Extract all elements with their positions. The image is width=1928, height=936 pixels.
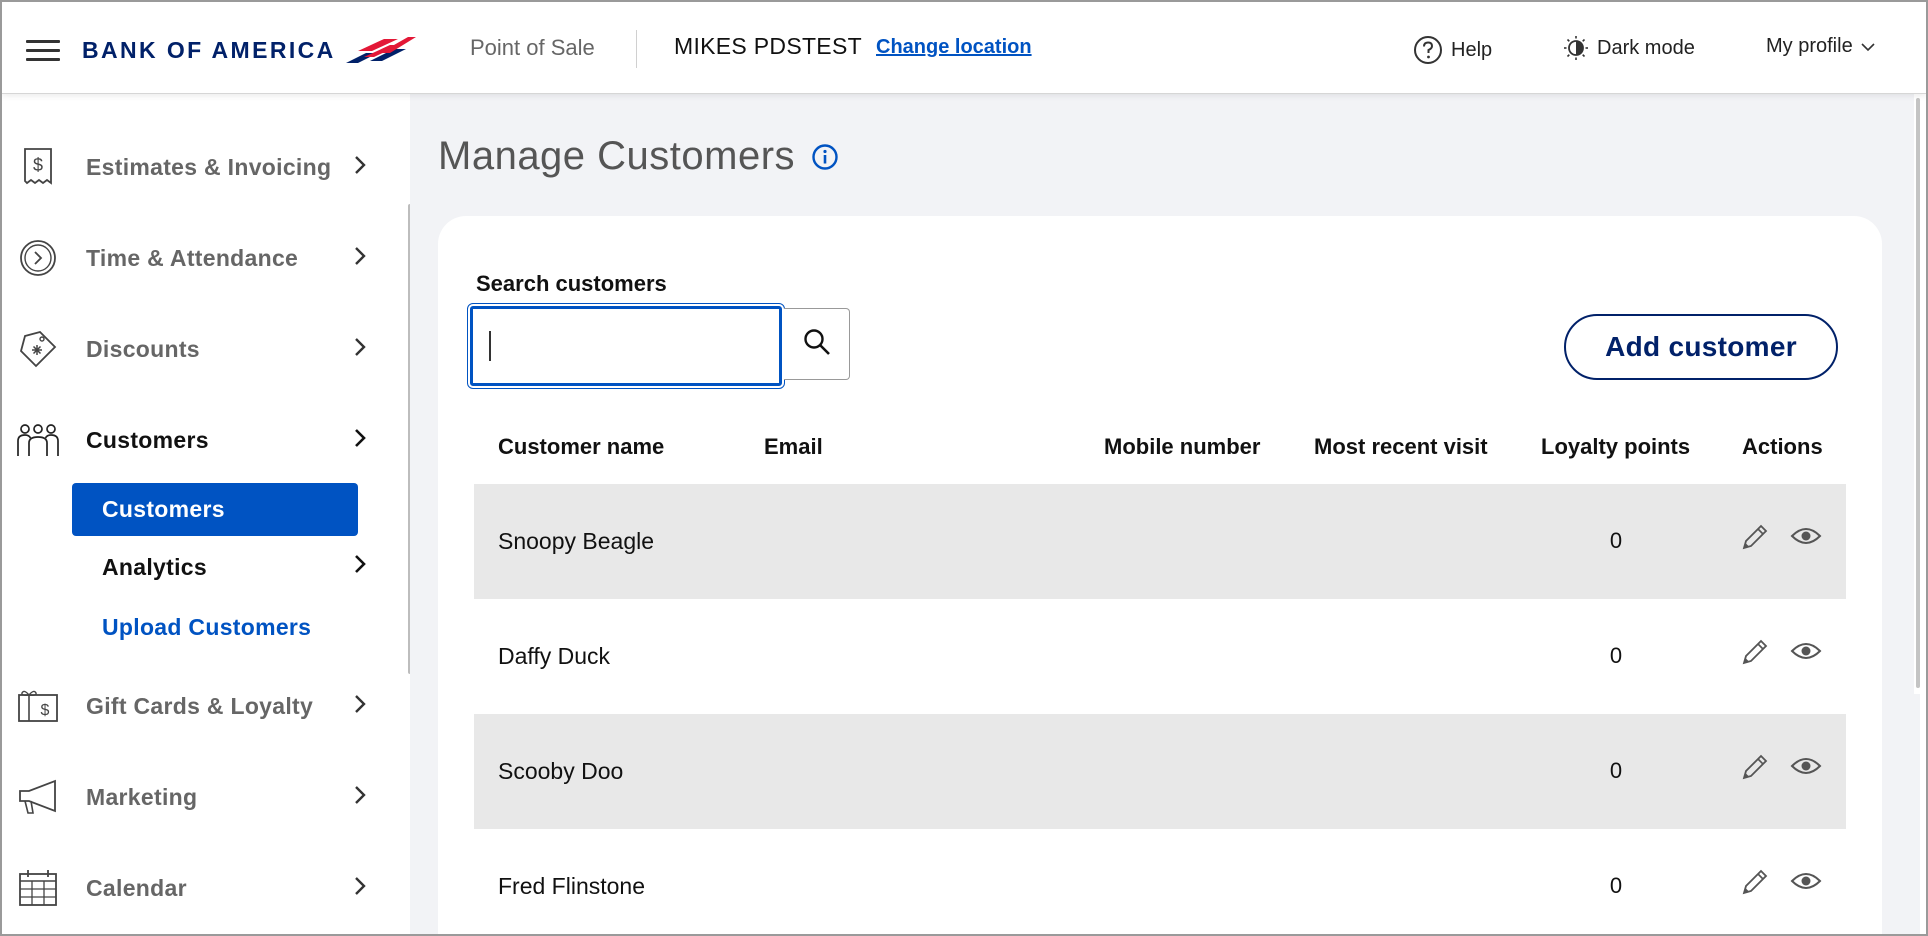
column-header-mobile-number[interactable]: Mobile number xyxy=(1104,434,1260,460)
discount-tag-icon xyxy=(16,327,60,371)
column-header-actions: Actions xyxy=(1742,434,1823,459)
search-input[interactable] xyxy=(473,309,779,383)
sidebar-item-time-attendance[interactable]: Time & Attendance xyxy=(2,228,382,288)
customers-card: Search customers Add customer Customer n… xyxy=(438,216,1882,934)
customer-name-cell: Scooby Doo xyxy=(498,758,624,784)
megaphone-icon xyxy=(16,775,60,819)
svg-text:$: $ xyxy=(33,155,43,175)
help-label: Help xyxy=(1451,38,1493,61)
chevron-down-icon xyxy=(1861,35,1875,58)
calendar-icon xyxy=(16,866,60,910)
chevron-right-icon xyxy=(354,876,366,901)
loyalty-points-cell: 0 xyxy=(1609,758,1623,783)
app-window: BANK OF AMERICA Point of Sale MIKES PDST… xyxy=(0,0,1928,936)
people-icon xyxy=(16,418,60,462)
main-content: Manage Customers Search customers Add cu… xyxy=(410,94,1920,934)
column-header-loyalty-points[interactable]: Loyalty points xyxy=(1541,434,1690,460)
view-eye-icon[interactable] xyxy=(1790,526,1822,551)
column-header-customer-name[interactable]: Customer name xyxy=(498,434,664,460)
sidebar-item-marketing[interactable]: Marketing xyxy=(2,767,382,827)
my-profile-menu[interactable]: My profile xyxy=(1766,35,1875,58)
table-row[interactable]: Snoopy Beagle 0 xyxy=(474,484,1846,599)
chevron-right-icon xyxy=(354,337,366,362)
table-row[interactable]: Daffy Duck 0 xyxy=(474,599,1846,714)
chevron-right-icon xyxy=(354,554,366,579)
gift-card-icon: $ xyxy=(16,684,60,728)
info-icon[interactable] xyxy=(811,143,839,171)
svg-text:$: $ xyxy=(41,702,50,719)
clock-icon xyxy=(16,236,60,280)
sidebar-item-label: Customers xyxy=(86,426,209,453)
edit-pencil-icon[interactable] xyxy=(1740,867,1770,902)
top-header: BANK OF AMERICA Point of Sale MIKES PDST… xyxy=(2,2,1926,94)
contrast-icon xyxy=(1563,35,1589,61)
brand-name: BANK OF AMERICA xyxy=(82,36,336,63)
column-header-email[interactable]: Email xyxy=(764,434,823,460)
sidebar-item-label: Calendar xyxy=(86,874,187,901)
text-cursor xyxy=(489,331,491,361)
search-input-wrapper xyxy=(467,303,785,389)
dark-mode-label: Dark mode xyxy=(1597,36,1695,59)
page-title: Manage Customers xyxy=(438,134,839,179)
page-title-text: Manage Customers xyxy=(438,134,796,178)
customer-name-cell: Snoopy Beagle xyxy=(498,528,655,554)
sidebar-subitem-customers[interactable]: Customers xyxy=(72,483,358,536)
sidebar-item-calendar[interactable]: Calendar xyxy=(2,858,382,918)
sidebar-subitem-analytics[interactable]: Analytics xyxy=(102,554,207,581)
sidebar-subitem-upload-customers[interactable]: Upload Customers xyxy=(102,614,311,641)
sidebar-item-customers[interactable]: Customers xyxy=(2,410,382,470)
customer-name-cell: Fred Flinstone xyxy=(498,873,646,899)
sidebar-item-label: Discounts xyxy=(86,335,200,362)
chevron-right-icon xyxy=(354,694,366,719)
column-header-most-recent-visit[interactable]: Most recent visit xyxy=(1314,434,1488,460)
view-eye-icon[interactable] xyxy=(1790,871,1822,896)
sidebar-item-label: Estimates & Invoicing xyxy=(86,153,332,180)
sidebar-item-gift-cards-loyalty[interactable]: $ Gift Cards & Loyalty xyxy=(2,676,382,736)
chevron-right-icon xyxy=(354,785,366,810)
loyalty-points-cell: 0 xyxy=(1609,528,1623,553)
hamburger-menu-icon[interactable] xyxy=(26,40,60,62)
page-scrollbar-thumb[interactable] xyxy=(1916,98,1920,688)
search-button[interactable] xyxy=(784,308,850,380)
sidebar-item-discounts[interactable]: Discounts xyxy=(2,319,382,379)
add-customer-button[interactable]: Add customer xyxy=(1564,314,1838,380)
sidebar-item-label: Marketing xyxy=(86,783,198,810)
edit-pencil-icon[interactable] xyxy=(1740,752,1770,787)
search-icon xyxy=(802,327,832,362)
table-row[interactable]: Fred Flinstone 0 xyxy=(474,829,1846,934)
chevron-right-icon xyxy=(354,428,366,453)
flag-logo-icon xyxy=(345,37,416,63)
receipt-dollar-icon: $ xyxy=(16,145,60,189)
product-name: Point of Sale xyxy=(470,35,595,60)
loyalty-points-cell: 0 xyxy=(1609,873,1623,898)
change-location-link[interactable]: Change location xyxy=(876,36,1032,59)
edit-pencil-icon[interactable] xyxy=(1740,637,1770,672)
header-divider xyxy=(636,30,637,68)
chevron-right-icon xyxy=(354,155,366,180)
loyalty-points-cell: 0 xyxy=(1609,643,1623,668)
view-eye-icon[interactable] xyxy=(1790,756,1822,781)
customer-name-cell: Daffy Duck xyxy=(498,643,611,669)
brand-logo[interactable]: BANK OF AMERICA xyxy=(82,32,416,68)
help-icon xyxy=(1413,35,1443,65)
profile-label: My profile xyxy=(1766,35,1853,57)
help-button[interactable]: Help xyxy=(1413,35,1492,65)
view-eye-icon[interactable] xyxy=(1790,641,1822,666)
sidebar-item-estimates-invoicing[interactable]: $ Estimates & Invoicing xyxy=(2,137,382,197)
chevron-right-icon xyxy=(354,246,366,271)
dark-mode-toggle[interactable]: Dark mode xyxy=(1563,35,1695,61)
table-row[interactable]: Scooby Doo 0 xyxy=(474,714,1846,829)
sidebar-item-label: Gift Cards & Loyalty xyxy=(86,692,314,719)
edit-pencil-icon[interactable] xyxy=(1740,522,1770,557)
sidebar-item-label: Time & Attendance xyxy=(86,244,299,271)
search-label: Search customers xyxy=(476,271,667,296)
location-name: MIKES PDSTEST xyxy=(674,33,862,59)
